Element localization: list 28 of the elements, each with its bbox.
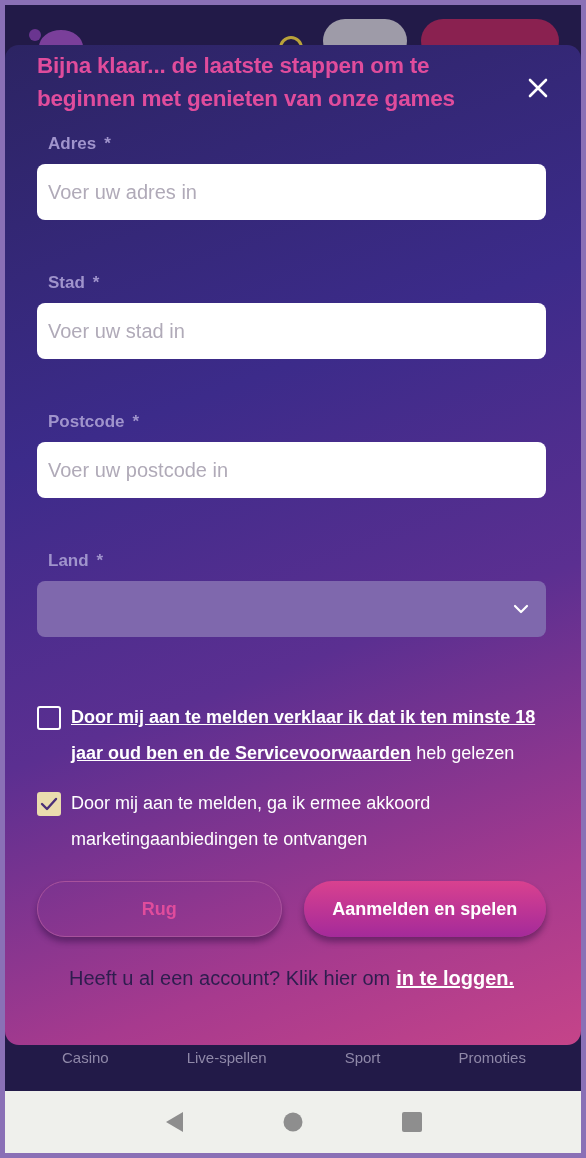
field-label: Postcode (48, 412, 125, 432)
checkbox[interactable] (37, 792, 61, 816)
nav-tab[interactable]: Live-spellen (186, 1049, 267, 1066)
recents-icon[interactable] (401, 1112, 422, 1132)
field-label: Land (48, 551, 89, 571)
required-mark: * (92, 273, 100, 293)
checkmark-icon (40, 797, 58, 811)
nav-tab[interactable]: Sport (344, 1049, 381, 1066)
required-mark: * (132, 412, 140, 432)
consent-text: Door mij aan te melden verklaar ik dat ik ten minste 18 jaar oud ben en de Servicevoorwaarden heb gelezen (71, 706, 537, 765)
login-prompt-text: Heeft u al een account? Klik hier om (68, 967, 391, 989)
input-field[interactable]: Voer uw postcode in (37, 442, 546, 498)
required-mark: * (96, 551, 104, 571)
nav-tab[interactable]: Promoties (458, 1049, 526, 1066)
input-field[interactable]: Voer uw adres in (37, 164, 546, 220)
back-icon[interactable] (164, 1111, 185, 1133)
close-icon[interactable] (528, 78, 548, 98)
nav-tab[interactable]: Casino (61, 1049, 109, 1066)
input-field[interactable]: Voer uw stad in (37, 303, 546, 359)
consent-text: Door mij aan te melden, ga ik ermee akkoord marketingaanbiedingen te ontvangen (71, 792, 432, 851)
chevron-down-icon (513, 604, 529, 614)
required-mark: * (104, 134, 111, 154)
home-icon[interactable] (283, 1112, 303, 1132)
login-link[interactable]: in te loggen. (396, 967, 515, 989)
field-label: Stad (48, 273, 85, 293)
modal-title: Bijna klaar... de laatste stappen om te beginnen met genieten van onze games (37, 52, 456, 113)
submit-button[interactable]: Aanmelden en spelen (303, 881, 546, 937)
field-label: Adres (48, 134, 97, 154)
